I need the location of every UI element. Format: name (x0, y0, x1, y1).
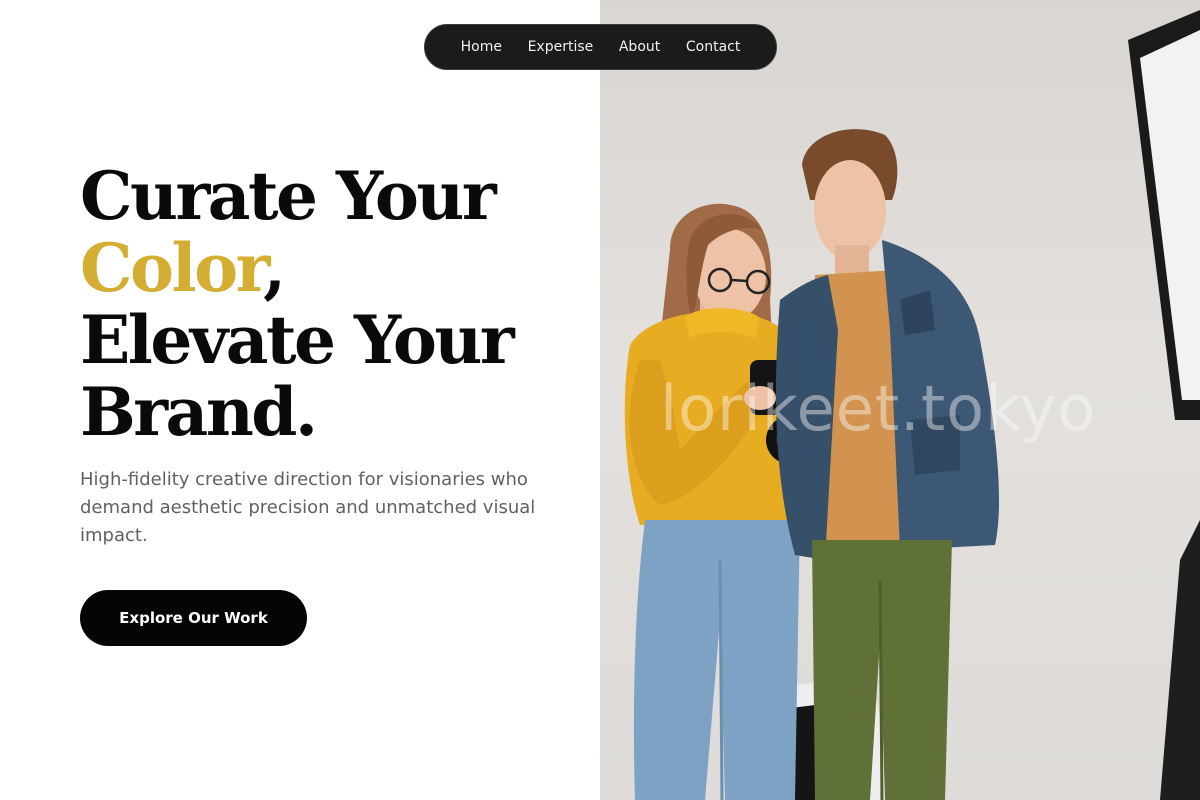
hero-title-comma: , (263, 229, 286, 307)
hero-title-line-3: Elevate Your (80, 301, 515, 379)
main-nav: Home Expertise About Contact (424, 24, 777, 70)
hero-title-line-2: Color, (80, 232, 590, 304)
hero-title-accent: Color (80, 229, 266, 307)
explore-work-button[interactable]: Explore Our Work (80, 590, 307, 646)
nav-link-home[interactable]: Home (461, 39, 502, 55)
nav-link-about[interactable]: About (619, 39, 660, 55)
hero-title: Curate Your Color, Elevate Your Brand. (80, 160, 590, 448)
hero-title-line-1: Curate Your (80, 157, 497, 235)
nav-link-contact[interactable]: Contact (686, 39, 740, 55)
hero-subtitle: High-fidelity creative direction for vis… (80, 469, 536, 546)
hero-photo: lorikeet.tokyo (600, 0, 1200, 800)
woman-figure (624, 203, 805, 800)
hero-title-line-4: Brand. (80, 373, 318, 451)
watermark-text: lorikeet.tokyo (660, 372, 1097, 445)
nav-link-expertise[interactable]: Expertise (528, 39, 594, 55)
